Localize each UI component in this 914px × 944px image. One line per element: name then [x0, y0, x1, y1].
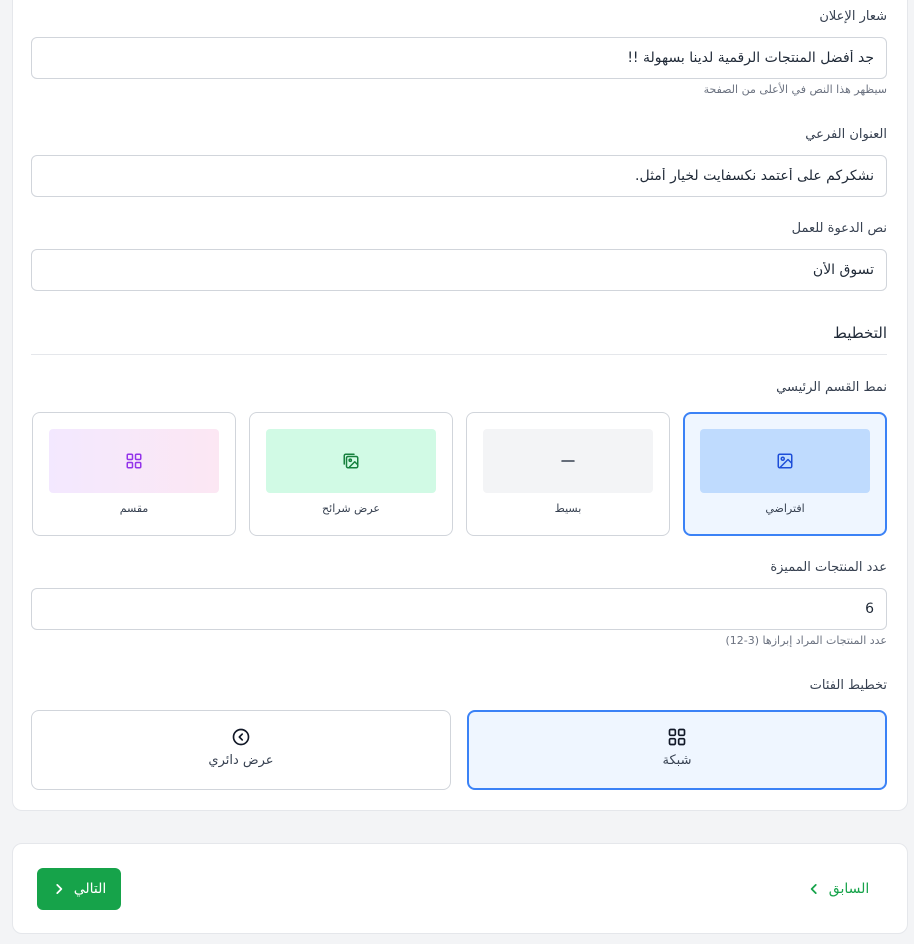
subtitle-input[interactable] — [31, 155, 887, 197]
featured-count-hint: عدد المنتجات المراد إبرازها (3-12) — [725, 634, 887, 647]
layout-section-title: التخطيط — [832, 324, 887, 342]
hero-style-slideshow-label: عرض شرائح — [322, 502, 380, 515]
minus-icon — [561, 460, 575, 462]
previous-button-label: السابق — [828, 881, 870, 897]
slogan-label: شعار الإعلان — [819, 9, 887, 24]
featured-count-input[interactable] — [31, 588, 887, 630]
hero-style-split[interactable]: مقسم — [32, 412, 236, 536]
hero-style-label: نمط القسم الرئيسي — [776, 380, 887, 395]
grid-icon — [668, 728, 686, 746]
hero-style-simple[interactable]: بسيط — [466, 412, 670, 536]
cta-input[interactable] — [31, 249, 887, 291]
grid-icon — [126, 453, 142, 469]
slogan-hint: سيظهر هذا النص في الأعلى من الصفحة — [703, 83, 887, 96]
category-layout-carousel[interactable]: عرض دائري — [31, 710, 451, 790]
settings-card: شعار الإعلان سيظهر هذا النص في الأعلى من… — [12, 0, 908, 811]
featured-count-label: عدد المنتجات المميزة — [770, 560, 887, 575]
hero-style-simple-label: بسيط — [554, 502, 582, 515]
hero-style-split-preview — [49, 429, 219, 493]
hero-style-default-label: افتراضي — [765, 502, 805, 515]
category-layout-carousel-label: عرض دائري — [208, 753, 274, 768]
hero-style-slideshow-preview — [266, 429, 436, 493]
circle-chevron-left-icon — [232, 728, 250, 746]
hero-style-slideshow[interactable]: عرض شرائح — [249, 412, 453, 536]
footer-nav-card: التالي السابق — [12, 843, 908, 934]
hero-style-default[interactable]: افتراضي — [683, 412, 887, 536]
next-button-label: التالي — [73, 881, 107, 897]
chevron-left-icon — [810, 884, 817, 894]
category-layout-label: تخطيط الفئات — [809, 678, 887, 693]
category-layout-grid-label: شبكة — [662, 753, 692, 768]
images-icon — [343, 453, 359, 469]
hero-style-split-label: مقسم — [119, 502, 149, 515]
previous-button[interactable]: السابق — [793, 868, 883, 910]
slogan-input[interactable] — [31, 37, 887, 79]
cta-label: نص الدعوة للعمل — [791, 221, 887, 236]
next-button[interactable]: التالي — [37, 868, 121, 910]
subtitle-label: العنوان الفرعي — [805, 127, 887, 142]
image-icon — [777, 453, 793, 469]
category-layout-grid[interactable]: شبكة — [467, 710, 887, 790]
chevron-right-icon — [56, 884, 62, 894]
layout-divider — [31, 354, 887, 355]
hero-style-default-preview — [700, 429, 870, 493]
hero-style-simple-preview — [483, 429, 653, 493]
